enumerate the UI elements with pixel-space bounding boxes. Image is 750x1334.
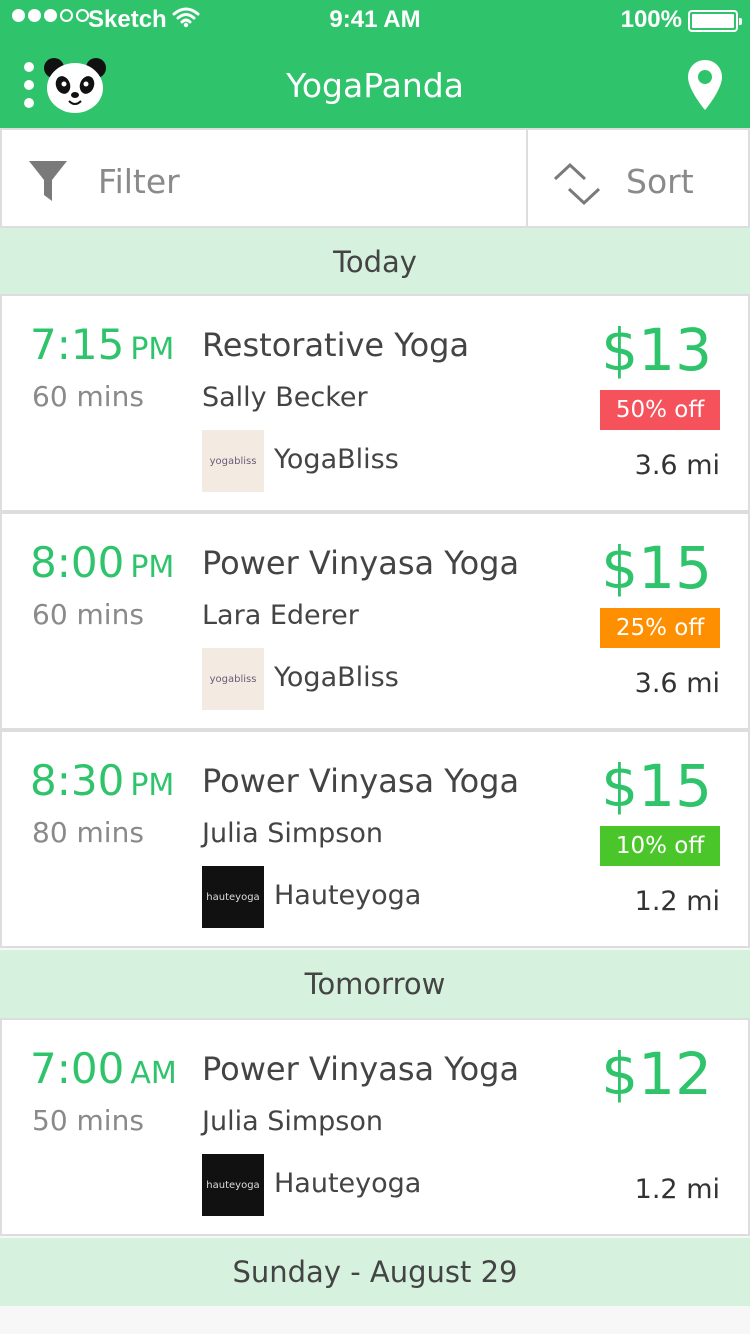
section-header-tomorrow: Tomorrow: [0, 950, 750, 1018]
class-name: Power Vinyasa Yoga: [202, 544, 520, 582]
class-card[interactable]: 8:30 PM 80 mins Power Vinyasa Yoga Julia …: [0, 730, 750, 948]
class-name: Power Vinyasa Yoga: [202, 1050, 520, 1088]
class-duration: 50 mins: [32, 1104, 144, 1137]
battery-percent: 100%: [620, 6, 682, 33]
class-duration: 60 mins: [32, 380, 144, 413]
distance: 1.2 mi: [634, 1174, 720, 1205]
studio-name: Hauteyoga: [274, 880, 422, 911]
class-card[interactable]: 7:00 AM 50 mins Power Vinyasa Yoga Julia …: [0, 1018, 750, 1236]
funnel-icon: [28, 160, 68, 206]
battery-icon: [688, 10, 742, 32]
distance: 3.6 mi: [634, 668, 720, 699]
status-bar: Sketch 9:41 AM 100%: [0, 0, 750, 40]
distance: 3.6 mi: [634, 450, 720, 481]
class-time: 8:00 PM: [30, 538, 175, 587]
class-name: Power Vinyasa Yoga: [202, 762, 520, 800]
discount-badge: 25% off: [600, 608, 720, 648]
instructor-name: Julia Simpson: [202, 1106, 383, 1137]
app-title: YogaPanda: [286, 66, 464, 105]
nav-bar: YogaPanda: [0, 40, 750, 128]
filter-label: Filter: [98, 162, 180, 201]
app-header: Sketch 9:41 AM 100% YogaPanda: [0, 0, 750, 128]
class-price: $15: [601, 534, 712, 602]
sort-label: Sort: [626, 162, 694, 201]
section-header-today: Today: [0, 228, 750, 296]
class-time: 8:30 PM: [30, 756, 175, 805]
instructor-name: Sally Becker: [202, 382, 368, 413]
studio-logo: yogabliss: [202, 648, 264, 710]
distance: 1.2 mi: [634, 886, 720, 917]
studio-name: YogaBliss: [274, 662, 399, 693]
class-duration: 60 mins: [32, 598, 144, 631]
class-card[interactable]: 8:00 PM 60 mins Power Vinyasa Yoga Lara E…: [0, 512, 750, 730]
class-price: $12: [601, 1040, 712, 1108]
filter-sort-bar: Filter Sort: [0, 128, 750, 228]
instructor-name: Julia Simpson: [202, 818, 383, 849]
discount-badge: 10% off: [600, 826, 720, 866]
discount-badge: 50% off: [600, 390, 720, 430]
class-name: Restorative Yoga: [202, 326, 470, 364]
class-time: 7:15 PM: [30, 320, 175, 369]
studio-name: YogaBliss: [274, 444, 399, 475]
class-duration: 80 mins: [32, 816, 144, 849]
sort-chevrons-icon: [552, 162, 602, 210]
studio-name: Hauteyoga: [274, 1168, 422, 1199]
class-price: $13: [601, 316, 712, 384]
class-price: $15: [601, 752, 712, 820]
studio-logo: hauteyoga: [202, 1154, 264, 1216]
studio-logo: yogabliss: [202, 430, 264, 492]
sort-button[interactable]: Sort: [528, 130, 748, 226]
class-time: 7:00 AM: [30, 1044, 177, 1093]
instructor-name: Lara Ederer: [202, 600, 359, 631]
class-card[interactable]: 7:15 PM 60 mins Restorative Yoga Sally Be…: [0, 294, 750, 512]
location-pin-icon[interactable]: [686, 58, 724, 116]
studio-logo: hauteyoga: [202, 866, 264, 928]
filter-button[interactable]: Filter: [2, 130, 528, 226]
section-header-sunday: Sunday - August 29: [0, 1238, 750, 1306]
